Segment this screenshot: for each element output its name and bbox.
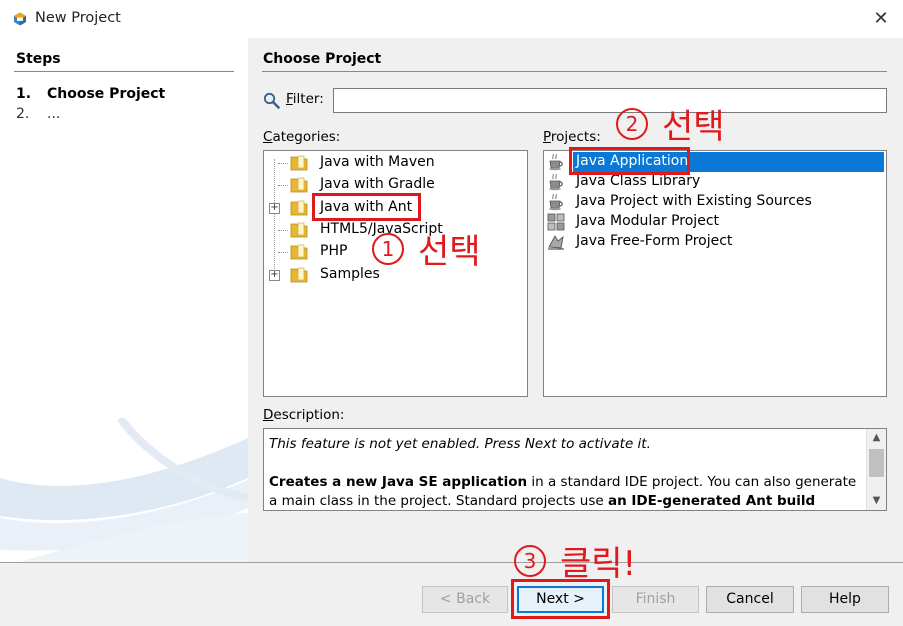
back-label: < Back — [439, 591, 491, 607]
page-title: Choose Project — [263, 51, 382, 67]
back-button[interactable]: < Back — [422, 586, 508, 613]
filter-input[interactable] — [333, 88, 887, 113]
project-java-application[interactable]: Java Application — [544, 152, 886, 172]
free-form-icon — [548, 235, 564, 250]
categories-label: Categories: — [263, 129, 340, 145]
steps-panel: Steps 1. Choose Project 2.... — [0, 38, 248, 562]
folder-icon — [290, 222, 308, 238]
description-text: This feature is not yet enabled. Press N… — [269, 435, 861, 510]
description-label-text: escription: — [273, 407, 345, 423]
expand-plus-icon[interactable]: + — [269, 270, 280, 281]
categories-tree[interactable]: Java with Maven Java with Gradle + Java … — [263, 150, 528, 397]
category-label: Java with Maven — [320, 154, 435, 170]
category-label: PHP — [320, 243, 348, 259]
main-panel: Choose Project Filter: Categories: Proje… — [248, 38, 903, 562]
title-bar: New Project ✕ — [0, 0, 903, 38]
category-java-with-ant[interactable]: + Java with Ant — [264, 198, 527, 218]
expand-plus-icon[interactable]: + — [269, 203, 280, 214]
category-java-with-gradle[interactable]: Java with Gradle — [264, 175, 527, 195]
folder-icon — [290, 155, 308, 171]
category-java-with-maven[interactable]: Java with Maven — [264, 153, 527, 173]
project-java-free-form[interactable]: Java Free-Form Project — [544, 232, 886, 252]
cancel-button[interactable]: Cancel — [706, 586, 794, 613]
description-bold-1: Creates a new Java SE application — [269, 474, 528, 490]
project-java-existing-sources[interactable]: Java Project with Existing Sources — [544, 192, 886, 212]
button-bar: < Back Next > Finish Cancel Help — [0, 562, 903, 626]
description-mnemonic: D — [263, 407, 274, 423]
header-divider — [262, 71, 887, 72]
category-label: Java with Ant — [320, 199, 413, 215]
coffee-cup-icon — [549, 173, 563, 191]
category-samples[interactable]: + Samples — [264, 265, 527, 285]
scroll-thumb[interactable] — [869, 449, 884, 477]
project-label: Java Project with Existing Sources — [576, 193, 812, 209]
filter-label-text: ilter: — [292, 91, 324, 107]
window-title: New Project — [35, 10, 121, 26]
folder-icon — [290, 200, 308, 216]
filter-mnemonic: F — [286, 91, 293, 107]
scroll-down-icon[interactable]: ▼ — [867, 492, 886, 510]
project-label: Java Modular Project — [576, 213, 720, 229]
project-label: Java Free-Form Project — [576, 233, 733, 249]
netbeans-logo-icon — [14, 12, 26, 26]
filter-label: Filter: — [286, 91, 324, 107]
description-notice: This feature is not yet enabled. Press N… — [269, 436, 651, 452]
steps-divider — [14, 71, 234, 72]
projects-label: Projects: — [543, 129, 601, 145]
step-item-1: 1. Choose Project — [16, 86, 165, 102]
folder-icon — [290, 177, 308, 193]
projects-label-text: rojects: — [550, 129, 601, 145]
step-number: 1. — [16, 86, 32, 102]
step-item-2: 2.... — [16, 106, 60, 122]
coffee-cup-icon — [549, 193, 563, 211]
project-java-class-library[interactable]: Java Class Library — [544, 172, 886, 192]
folder-icon — [290, 267, 308, 283]
step-number: 2. — [16, 106, 30, 122]
steps-header: Steps — [16, 51, 61, 67]
category-label: Java with Gradle — [320, 176, 435, 192]
search-icon — [263, 92, 280, 109]
folder-icon — [290, 244, 308, 260]
decorative-swoosh-graphic — [0, 418, 248, 562]
category-php[interactable]: PHP — [264, 242, 527, 262]
category-label: Samples — [320, 266, 380, 282]
step-label: Choose Project — [47, 86, 166, 102]
close-icon: ✕ — [873, 8, 889, 29]
project-java-modular[interactable]: Java Modular Project — [544, 212, 886, 232]
project-label: Java Class Library — [576, 173, 701, 189]
help-button[interactable]: Help — [801, 586, 889, 613]
step-label: ... — [47, 106, 61, 122]
project-label: Java Application — [576, 153, 689, 169]
finish-button[interactable]: Finish — [612, 586, 699, 613]
coffee-cup-icon — [549, 153, 563, 171]
close-button[interactable]: ✕ — [866, 6, 896, 32]
category-label: HTML5/JavaScript — [320, 221, 443, 237]
category-html5-javascript[interactable]: HTML5/JavaScript — [264, 220, 527, 240]
scroll-up-icon[interactable]: ▲ — [867, 429, 886, 447]
projects-mnemonic: P — [543, 129, 551, 145]
modules-icon — [547, 213, 565, 231]
description-label: Description: — [263, 407, 344, 423]
categories-label-text: ategories: — [272, 129, 341, 145]
next-button[interactable]: Next > — [517, 586, 604, 613]
description-area[interactable]: This feature is not yet enabled. Press N… — [263, 428, 887, 511]
description-scrollbar[interactable]: ▲ ▼ — [866, 429, 886, 510]
projects-list[interactable]: Java Application Java Class Library Java… — [543, 150, 887, 397]
